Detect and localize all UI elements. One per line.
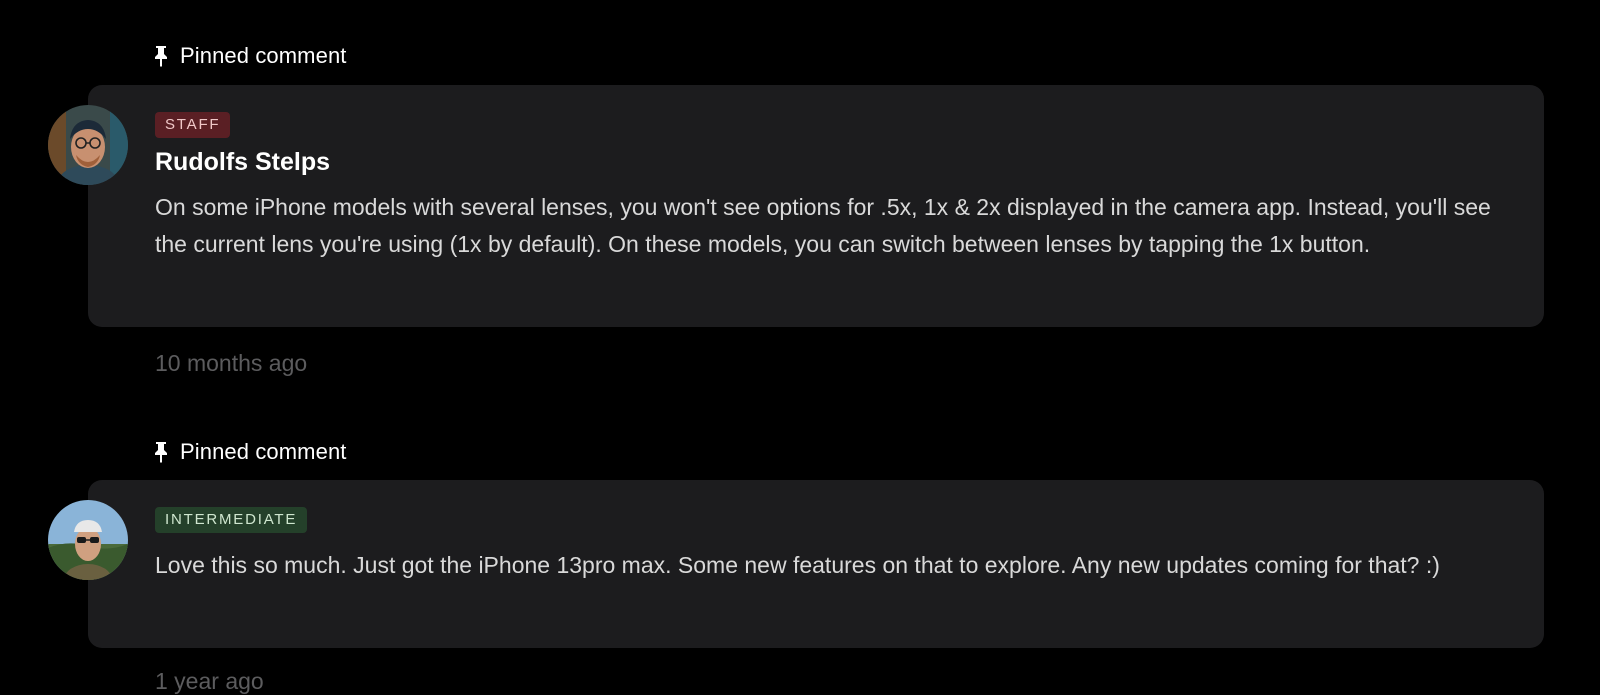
pin-icon — [155, 46, 167, 67]
status-badge: STAFF — [155, 112, 231, 138]
author-name[interactable]: Rudolfs Stelps — [155, 148, 330, 177]
timestamp[interactable]: 10 months ago — [155, 350, 307, 377]
pinned-header: Pinned comment — [153, 438, 347, 466]
comment-body: On some iPhone models with several lense… — [155, 194, 1491, 257]
pinned-label: Pinned comment — [180, 43, 347, 68]
timestamp[interactable]: 1 year ago — [155, 668, 264, 695]
avatar[interactable] — [48, 105, 128, 185]
pin-icon — [155, 442, 167, 463]
comment-body: Love this so much. Just got the iPhone 1… — [155, 552, 1440, 578]
status-badge: INTERMEDIATE — [155, 507, 308, 533]
pinned-header: Pinned comment — [153, 42, 347, 70]
user-avatar-icon — [48, 500, 128, 580]
pinned-label: Pinned comment — [180, 439, 347, 464]
user-avatar-icon — [48, 105, 128, 185]
avatar[interactable] — [48, 500, 128, 580]
